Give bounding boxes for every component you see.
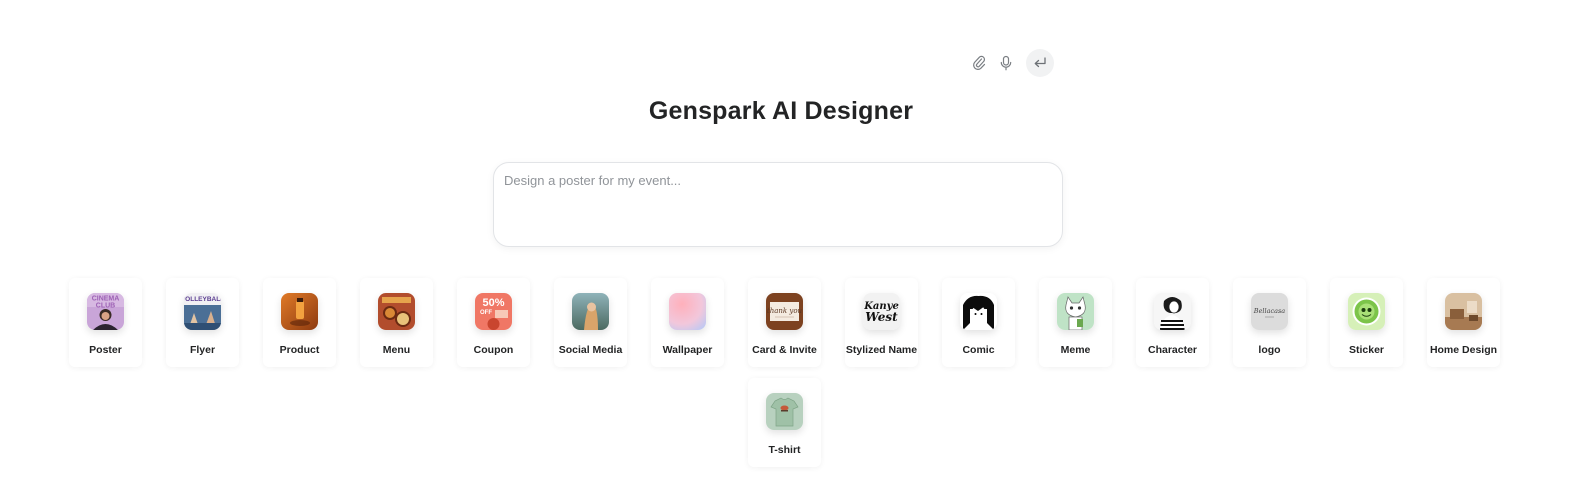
category-card-sticker[interactable]: Sticker bbox=[1330, 278, 1403, 367]
category-label: Comic bbox=[962, 344, 995, 356]
category-card-logo[interactable]: Bellacasa logo bbox=[1233, 278, 1306, 367]
category-card-home-design[interactable]: Home Design bbox=[1427, 278, 1500, 367]
prompt-input[interactable] bbox=[504, 173, 1044, 201]
category-label: Coupon bbox=[473, 344, 514, 356]
category-label: Character bbox=[1147, 344, 1198, 356]
svg-text:West: West bbox=[865, 310, 898, 324]
category-label: Stylized Name bbox=[845, 344, 918, 356]
social-media-thumbnail bbox=[572, 293, 609, 330]
svg-text:CLUB: CLUB bbox=[96, 303, 115, 310]
category-label: Social Media bbox=[558, 344, 623, 356]
category-label: Poster bbox=[89, 344, 122, 356]
category-card-coupon[interactable]: 50% OFF Coupon bbox=[457, 278, 530, 367]
category-label: Flyer bbox=[189, 344, 216, 356]
wallpaper-thumbnail bbox=[669, 293, 706, 330]
category-label: Menu bbox=[382, 344, 411, 356]
product-thumbnail bbox=[281, 293, 318, 330]
comic-thumbnail bbox=[960, 293, 997, 330]
category-card-wallpaper[interactable]: Wallpaper bbox=[651, 278, 724, 367]
svg-text:50%: 50% bbox=[482, 297, 504, 309]
category-card-menu[interactable]: Menu bbox=[360, 278, 433, 367]
category-card-meme[interactable]: Meme bbox=[1039, 278, 1112, 367]
svg-text:CINEMA: CINEMA bbox=[92, 296, 120, 303]
meme-thumbnail bbox=[1057, 293, 1094, 330]
microphone-icon[interactable] bbox=[995, 52, 1017, 74]
category-card-comic[interactable]: Comic bbox=[942, 278, 1015, 367]
category-label: Wallpaper bbox=[662, 344, 713, 356]
prompt-box[interactable] bbox=[493, 162, 1063, 247]
enter-icon[interactable] bbox=[1026, 49, 1054, 77]
category-label: Card & Invite bbox=[752, 344, 817, 356]
home-design-thumbnail bbox=[1445, 293, 1482, 330]
logo-thumbnail: Bellacasa bbox=[1251, 293, 1288, 330]
category-label: Home Design bbox=[1429, 344, 1498, 356]
svg-text:thank you: thank you bbox=[767, 307, 803, 315]
category-card-flyer[interactable]: VOLLEYBALL Flyer bbox=[166, 278, 239, 367]
category-label: T-shirt bbox=[768, 444, 801, 456]
category-label: Meme bbox=[1060, 344, 1091, 356]
character-thumbnail bbox=[1154, 293, 1191, 330]
menu-thumbnail bbox=[378, 293, 415, 330]
page: Genspark AI Designer CINEMA bbox=[0, 0, 1591, 497]
category-card-t-shirt[interactable]: T-shirt bbox=[748, 378, 821, 467]
svg-text:VOLLEYBALL: VOLLEYBALL bbox=[184, 296, 221, 303]
category-card-character[interactable]: Character bbox=[1136, 278, 1209, 367]
category-card-poster[interactable]: CINEMA CLUB Poster bbox=[69, 278, 142, 367]
paperclip-icon[interactable] bbox=[968, 52, 990, 74]
stylized-name-thumbnail: Kanye West bbox=[863, 293, 900, 330]
category-label: Product bbox=[279, 344, 320, 356]
page-title: Genspark AI Designer bbox=[648, 97, 914, 125]
category-card-social-media[interactable]: Social Media bbox=[554, 278, 627, 367]
poster-thumbnail: CINEMA CLUB bbox=[87, 293, 124, 330]
category-label: Sticker bbox=[1348, 344, 1385, 356]
svg-text:Bellacasa: Bellacasa bbox=[1253, 307, 1286, 315]
svg-text:OFF: OFF bbox=[480, 310, 492, 316]
sticker-thumbnail bbox=[1348, 293, 1385, 330]
category-label: logo bbox=[1258, 344, 1281, 356]
flyer-thumbnail: VOLLEYBALL bbox=[184, 293, 221, 330]
category-card-product[interactable]: Product bbox=[263, 278, 336, 367]
coupon-thumbnail: 50% OFF bbox=[475, 293, 512, 330]
category-card-card-invite[interactable]: thank you Card & Invite bbox=[748, 278, 821, 367]
t-shirt-thumbnail bbox=[766, 393, 803, 430]
category-card-stylized-name[interactable]: Kanye West Stylized Name bbox=[845, 278, 918, 367]
card-invite-thumbnail: thank you bbox=[766, 293, 803, 330]
